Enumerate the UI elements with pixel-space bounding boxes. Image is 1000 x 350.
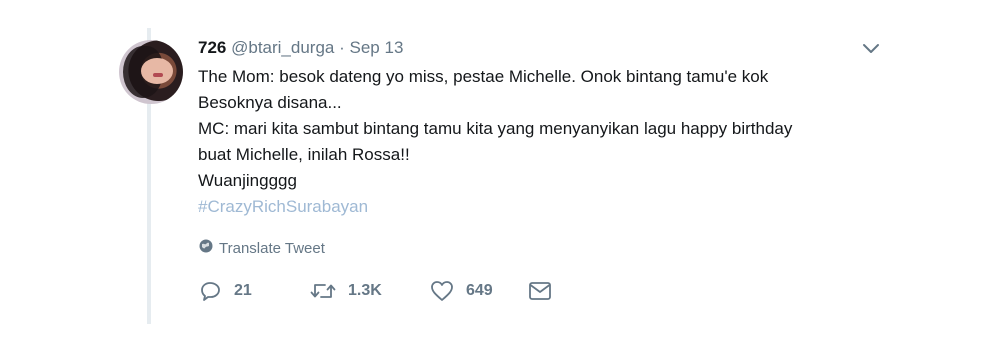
avatar[interactable] — [119, 40, 183, 104]
envelope-icon — [528, 280, 552, 302]
avatar-face — [141, 58, 173, 84]
translate-label: Translate Tweet — [219, 239, 325, 257]
globe-icon — [199, 239, 213, 257]
tweet-line: buat Michelle, inilah Rossa!! — [198, 145, 410, 164]
reply-count: 21 — [234, 282, 252, 299]
chevron-down-icon[interactable] — [862, 42, 880, 56]
tweet-date[interactable]: Sep 13 — [350, 38, 404, 57]
like-count: 649 — [466, 282, 493, 299]
retweet-button[interactable]: 1.3K — [310, 280, 430, 302]
tweet-line: Besoknya disana... — [198, 93, 342, 112]
display-name[interactable]: 726 — [198, 38, 226, 57]
direct-message-button[interactable] — [528, 280, 552, 302]
action-bar: 21 1.3K 649 — [200, 280, 552, 302]
reply-icon — [200, 280, 222, 302]
tweet-line: The Mom: besok dateng yo miss, pestae Mi… — [198, 67, 769, 86]
separator: · — [339, 38, 345, 57]
hashtag-link[interactable]: #CrazyRichSurabayan — [198, 194, 898, 220]
heart-icon — [430, 280, 454, 302]
tweet-text: The Mom: besok dateng yo miss, pestae Mi… — [198, 64, 898, 220]
like-button[interactable]: 649 — [430, 280, 528, 302]
translate-tweet-link[interactable]: Translate Tweet — [199, 239, 325, 257]
reply-button[interactable]: 21 — [200, 280, 310, 302]
tweet-header: 726 @btari_durga · Sep 13 — [198, 37, 403, 59]
retweet-count: 1.3K — [348, 282, 382, 299]
tweet-line: Wuanjingggg — [198, 171, 297, 190]
tweet-line: MC: mari kita sambut bintang tamu kita y… — [198, 119, 793, 138]
handle[interactable]: @btari_durga — [231, 38, 334, 57]
retweet-icon — [310, 280, 336, 302]
avatar-lip — [153, 73, 163, 77]
